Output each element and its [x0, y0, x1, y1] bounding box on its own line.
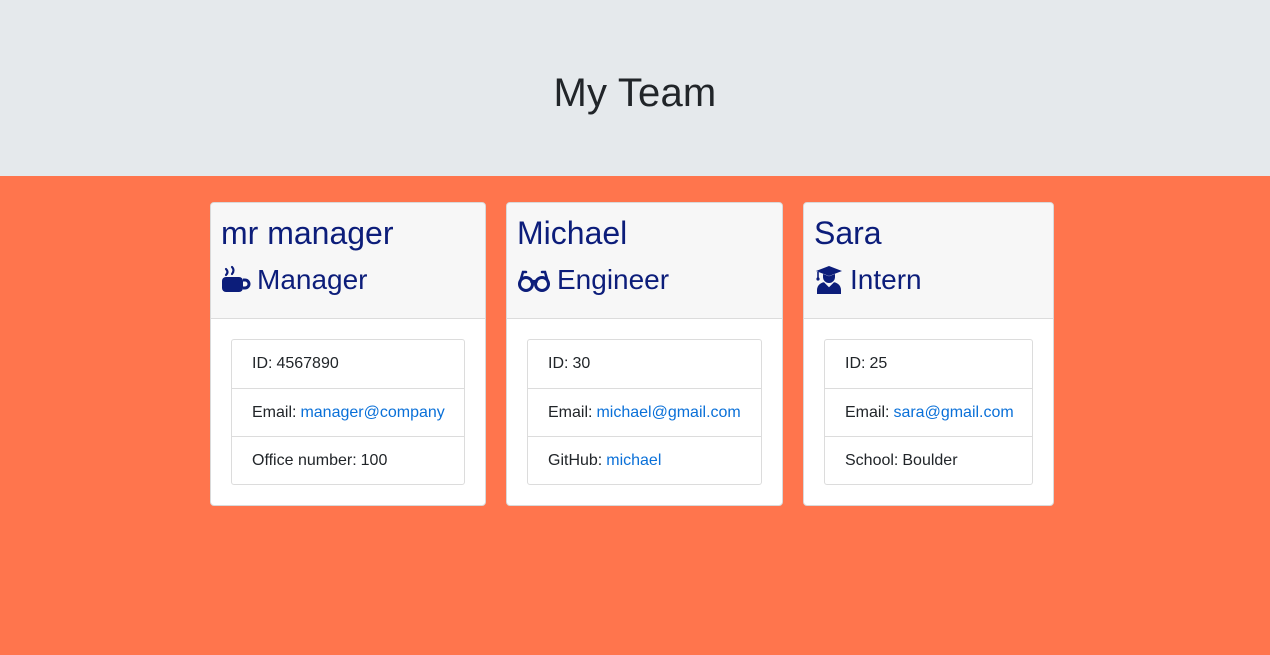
- github-label: GitHub:: [548, 451, 603, 469]
- card-body: ID: 30 Email: michael@gmail.com GitHub: …: [507, 319, 782, 505]
- office-number-row: Office number: 100: [232, 436, 464, 484]
- card-body: ID: 25 Email: sara@gmail.com School: Bou…: [804, 319, 1053, 505]
- id-value: 25: [869, 355, 888, 372]
- card-body: ID: 4567890 Email: manager@company Offic…: [211, 319, 485, 505]
- employee-card-engineer: Michael Engineer ID: 30 Email: michael@g…: [506, 202, 783, 506]
- page-title: My Team: [553, 70, 717, 115]
- email-label: Email:: [845, 403, 890, 421]
- employee-role: Engineer: [517, 260, 772, 300]
- id-value: 4567890: [276, 355, 339, 372]
- employee-role: Intern: [814, 260, 1043, 300]
- school-row: School: Boulder: [825, 436, 1032, 484]
- id-row: ID: 4567890: [232, 340, 464, 388]
- employee-name: Sara: [814, 215, 882, 251]
- card-header: Michael Engineer: [507, 203, 782, 319]
- email-row: Email: manager@company: [232, 388, 464, 436]
- id-label: ID:: [845, 355, 866, 372]
- github-link[interactable]: michael: [606, 452, 661, 470]
- email-link[interactable]: manager@company: [300, 404, 444, 422]
- glasses-icon: [517, 265, 551, 295]
- card-header: mr manager Manager: [211, 203, 485, 319]
- id-row: ID: 30: [528, 340, 761, 388]
- id-value: 30: [572, 355, 591, 372]
- page: My Team mr manager Manager ID: 4567890 E…: [0, 0, 1270, 655]
- email-link[interactable]: michael@gmail.com: [596, 404, 740, 422]
- email-label: Email:: [252, 403, 297, 421]
- email-row: Email: michael@gmail.com: [528, 388, 761, 436]
- office-number-label: Office number:: [252, 451, 357, 469]
- role-label: Manager: [257, 264, 368, 295]
- school-label: School:: [845, 451, 899, 469]
- email-row: Email: sara@gmail.com: [825, 388, 1032, 436]
- team-cards: mr manager Manager ID: 4567890 Email: ma…: [210, 202, 1054, 506]
- header-banner: My Team: [0, 0, 1270, 176]
- email-label: Email:: [548, 403, 593, 421]
- mug-icon: [221, 265, 251, 295]
- office-number-value: 100: [360, 451, 388, 469]
- employee-card-manager: mr manager Manager ID: 4567890 Email: ma…: [210, 202, 486, 506]
- graduate-icon: [814, 265, 844, 295]
- employee-name: mr manager: [221, 215, 394, 251]
- github-row: GitHub: michael: [528, 436, 761, 484]
- employee-role: Manager: [221, 260, 475, 300]
- id-row: ID: 25: [825, 340, 1032, 388]
- employee-details: ID: 30 Email: michael@gmail.com GitHub: …: [527, 339, 762, 485]
- id-label: ID:: [252, 355, 273, 372]
- email-link[interactable]: sara@gmail.com: [893, 404, 1013, 422]
- school-value: Boulder: [902, 451, 958, 469]
- employee-card-intern: Sara Intern ID: 25 Email: sara@gmail.com…: [803, 202, 1054, 506]
- employee-details: ID: 4567890 Email: manager@company Offic…: [231, 339, 465, 485]
- role-label: Intern: [850, 264, 922, 295]
- role-label: Engineer: [557, 264, 670, 295]
- card-header: Sara Intern: [804, 203, 1053, 319]
- id-label: ID:: [548, 355, 569, 372]
- employee-details: ID: 25 Email: sara@gmail.com School: Bou…: [824, 339, 1033, 485]
- employee-name: Michael: [517, 215, 628, 251]
